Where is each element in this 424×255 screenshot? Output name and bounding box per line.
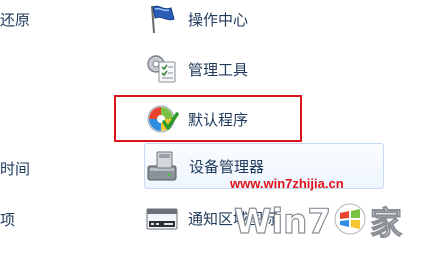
- highlight-annotation-box: [114, 95, 302, 142]
- left-item-fragment[interactable]: 项: [0, 209, 15, 230]
- item-action-center-label: 操作中心: [188, 11, 249, 29]
- svg-text:家: 家: [370, 204, 402, 242]
- watermark-logo: Win7 家: [232, 193, 408, 243]
- item-admin-tools[interactable]: 管理工具: [144, 50, 384, 88]
- item-device-manager-label: 设备管理器: [189, 158, 265, 176]
- svg-text:Win7: Win7: [234, 202, 331, 242]
- watermark-url: www.win7zhijia.cn: [230, 176, 344, 191]
- control-panel-view: 还原 时间 项 操作中心 管理工具 默认程序 设备管理器 通知区域图标 www.…: [0, 0, 424, 255]
- item-admin-tools-label: 管理工具: [188, 61, 249, 79]
- left-item-restore[interactable]: 还原: [0, 9, 30, 30]
- device-manager-icon: [145, 148, 181, 184]
- action-center-flag-icon: [144, 1, 180, 37]
- item-action-center[interactable]: 操作中心: [144, 0, 384, 38]
- left-item-time[interactable]: 时间: [0, 158, 30, 179]
- admin-tools-icon: [144, 51, 180, 87]
- left-column: 还原 时间 项: [0, 0, 40, 255]
- notification-area-icons-icon: [144, 200, 180, 236]
